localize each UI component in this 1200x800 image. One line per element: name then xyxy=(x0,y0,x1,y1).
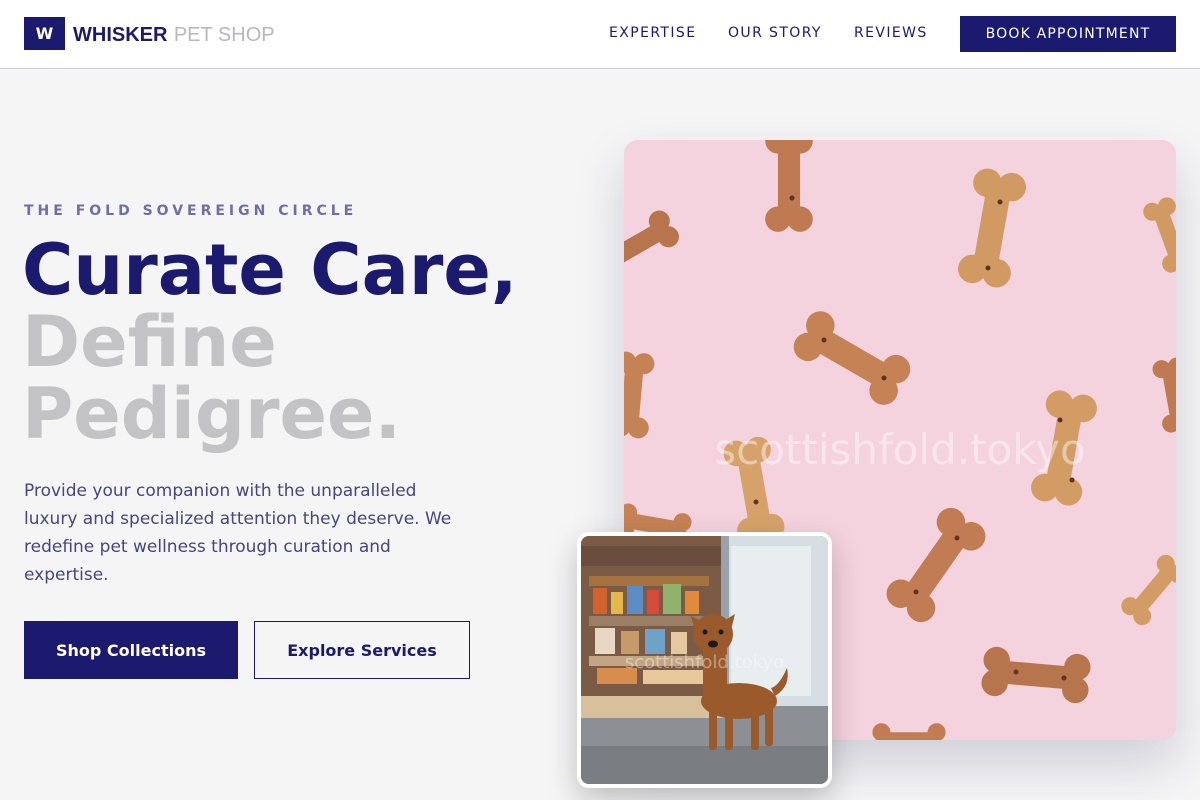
brand-strong-text: WHISKER xyxy=(73,24,168,46)
brand-name[interactable]: WHISKER PET SHOP xyxy=(73,21,275,48)
nav-link-our-story[interactable]: OUR STORY xyxy=(728,25,822,41)
main-photo-watermark: scottishfold.tokyo xyxy=(714,425,1086,474)
hero-headline: Curate Care, Define Pedigree. xyxy=(22,234,517,450)
headline-line-2: Define xyxy=(22,301,277,383)
dog-in-shop-photo: scottishfold.tokyo xyxy=(577,532,832,788)
inset-photo-watermark: scottishfold.tokyo xyxy=(624,652,785,673)
nav-link-reviews[interactable]: REVIEWS xyxy=(854,25,928,41)
headline-line-3: Pedigree. xyxy=(22,373,402,455)
book-appointment-button[interactable]: BOOK APPOINTMENT xyxy=(960,16,1176,52)
hero-eyebrow: THE FOLD SOVEREIGN CIRCLE xyxy=(24,203,358,219)
brand-light-text: PET SHOP xyxy=(173,24,275,46)
hero-lead-text: Provide your companion with the unparall… xyxy=(24,481,452,585)
site-header: W WHISKER PET SHOP EXPERTISE OUR STORY R… xyxy=(0,0,1200,69)
shop-collections-button[interactable]: Shop Collections xyxy=(24,621,238,679)
headline-line-1: Curate Care, xyxy=(22,229,518,311)
logo-icon[interactable]: W xyxy=(24,17,65,50)
explore-services-button[interactable]: Explore Services xyxy=(254,621,470,679)
nav-link-expertise[interactable]: EXPERTISE xyxy=(609,25,696,41)
